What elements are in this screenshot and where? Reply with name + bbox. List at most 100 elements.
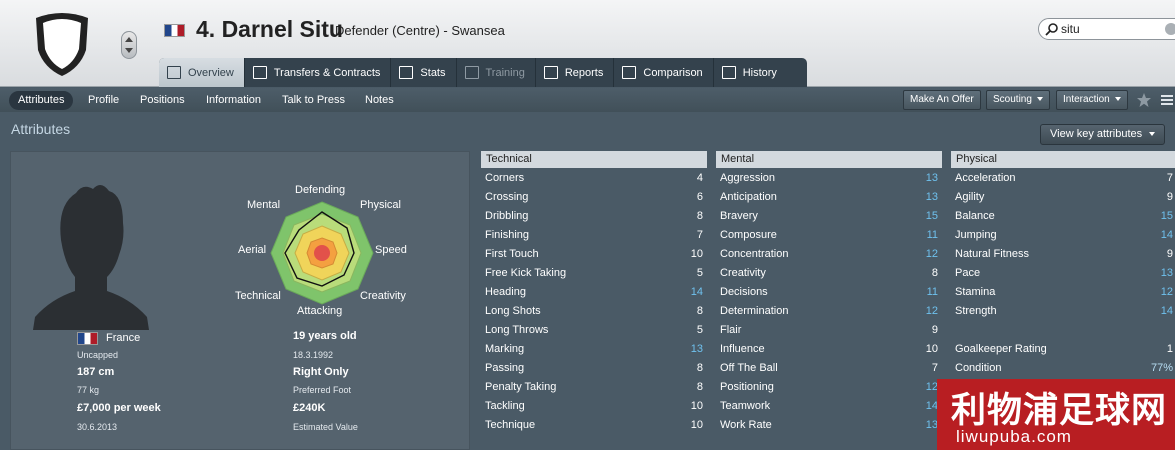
attribute-row[interactable]: Composure 11 (716, 225, 942, 244)
attribute-row[interactable]: Penalty Taking 8 (481, 377, 707, 396)
attribute-name: Balance (955, 209, 995, 222)
attribute-row[interactable]: Teamwork 14 (716, 396, 942, 415)
attribute-row[interactable]: Off The Ball 7 (716, 358, 942, 377)
radar-label-creativity: Creativity (360, 290, 406, 302)
search-input[interactable] (1061, 22, 1161, 36)
estimated-value-label: Estimated Value (293, 422, 358, 432)
attribute-row[interactable]: Passing 8 (481, 358, 707, 377)
attribute-name: Natural Fitness (955, 247, 1029, 260)
interaction-button[interactable]: Interaction (1056, 90, 1128, 110)
tab-history[interactable]: History (714, 58, 787, 87)
subtab-attributes[interactable]: Attributes (9, 91, 74, 110)
previous-player-icon[interactable] (125, 37, 133, 42)
attribute-value: 8 (696, 304, 703, 317)
attribute-row[interactable]: Creativity 8 (716, 263, 942, 282)
attribute-row[interactable]: Heading 14 (481, 282, 707, 301)
attribute-name: Corners (485, 171, 525, 184)
attribute-name: Agility (955, 190, 985, 203)
attribute-name: Anticipation (720, 190, 777, 203)
scouting-button[interactable]: Scouting (986, 90, 1050, 110)
attribute-row[interactable]: Flair 9 (716, 320, 942, 339)
tab-comparison[interactable]: Comparison (614, 58, 714, 87)
attribute-name: Heading (485, 285, 526, 298)
tab-label: Comparison (643, 66, 703, 79)
attribute-value: 11 (926, 285, 938, 298)
attribute-value: 9 (931, 323, 938, 336)
attribute-name: Positioning (720, 380, 774, 393)
make-offer-label: Make An Offer (910, 94, 974, 105)
attribute-row[interactable]: Strength 14 (951, 301, 1175, 320)
attribute-row[interactable]: Agility 9 (951, 187, 1175, 206)
tab-overview[interactable]: Overview (159, 58, 245, 87)
menu-icon[interactable] (1159, 92, 1175, 108)
physical-header: Physical (951, 151, 1175, 168)
attribute-value: 10 (925, 342, 938, 355)
subtab-positions[interactable]: Positions (131, 91, 194, 110)
attribute-value: 10 (690, 418, 703, 431)
clear-search-icon[interactable] (1165, 23, 1175, 35)
attribute-row[interactable]: Acceleration 7 (951, 168, 1175, 187)
attribute-row[interactable]: Long Shots 8 (481, 301, 707, 320)
attribute-row[interactable]: Technique 10 (481, 415, 707, 434)
tab-label: Transfers & Contracts (273, 66, 381, 79)
tab-transfers-contracts[interactable]: Transfers & Contracts (245, 58, 392, 87)
attribute-row[interactable]: Determination 12 (716, 301, 942, 320)
attribute-row[interactable]: Pace 13 (951, 263, 1175, 282)
subtab-talk-to-press[interactable]: Talk to Press (273, 91, 354, 110)
attribute-value: 12 (925, 247, 938, 260)
attribute-row[interactable]: Bravery 15 (716, 206, 942, 225)
attribute-row[interactable]: Corners 4 (481, 168, 707, 187)
star-icon[interactable] (1136, 92, 1152, 108)
attribute-row[interactable]: Free Kick Taking 5 (481, 263, 707, 282)
attribute-row[interactable]: Dribbling 8 (481, 206, 707, 225)
attribute-name: Passing (485, 361, 525, 374)
weight: 77 kg (77, 385, 100, 395)
attribute-row[interactable]: Crossing 6 (481, 187, 707, 206)
attribute-row[interactable]: Positioning 12 (716, 377, 942, 396)
attribute-row[interactable]: Work Rate 13 (716, 415, 942, 434)
player-profile-panel: France Uncapped 187 cm 77 kg £7,000 per … (10, 151, 470, 450)
attribute-row[interactable]: Long Throws 5 (481, 320, 707, 339)
radar-label-technical: Technical (235, 290, 281, 302)
attribute-name: Marking (485, 342, 525, 355)
attribute-row[interactable] (951, 320, 1175, 339)
attribute-row[interactable]: Stamina 12 (951, 282, 1175, 301)
attribute-row[interactable]: First Touch 10 (481, 244, 707, 263)
attribute-row[interactable]: Condition 77% (951, 358, 1175, 377)
next-player-icon[interactable] (125, 48, 133, 53)
tab-reports[interactable]: Reports (536, 58, 615, 87)
attribute-row[interactable]: Decisions 11 (716, 282, 942, 301)
technical-rows: Corners 4 Crossing 6 Dribbling 8 Finishing 7 Fir… (481, 168, 707, 434)
attribute-row[interactable]: Natural Fitness 9 (951, 244, 1175, 263)
attribute-row[interactable]: Tackling 10 (481, 396, 707, 415)
attribute-value: 8 (696, 209, 703, 222)
attribute-value: 7 (931, 361, 938, 374)
tab-training[interactable]: Training (457, 58, 536, 87)
attribute-value: 13 (925, 190, 938, 203)
main-tabs: Overview Transfers & Contracts Stats Tra… (159, 58, 807, 87)
attribute-row[interactable]: Finishing 7 (481, 225, 707, 244)
make-offer-button[interactable]: Make An Offer (903, 90, 981, 110)
player-stepper[interactable] (121, 31, 137, 59)
player-role: Defender (Centre) - Swansea (335, 23, 505, 38)
attribute-row[interactable]: Aggression 13 (716, 168, 942, 187)
attribute-row[interactable]: Anticipation 13 (716, 187, 942, 206)
attribute-name: Creativity (720, 266, 766, 279)
search-box[interactable] (1038, 18, 1175, 40)
age: 19 years old (293, 330, 357, 342)
wage: £7,000 per week (77, 402, 161, 414)
attribute-row[interactable]: Marking 13 (481, 339, 707, 358)
subtab-profile[interactable]: Profile (79, 91, 128, 110)
attribute-row[interactable]: Goalkeeper Rating 1 (951, 339, 1175, 358)
view-key-attributes-button[interactable]: View key attributes (1040, 124, 1166, 145)
attribute-row[interactable]: Balance 15 (951, 206, 1175, 225)
attribute-value: 5 (696, 323, 703, 336)
attribute-row[interactable]: Jumping 14 (951, 225, 1175, 244)
attribute-value: 13 (690, 342, 703, 355)
tab-stats[interactable]: Stats (391, 58, 457, 87)
subtab-information[interactable]: Information (197, 91, 270, 110)
subtab-notes[interactable]: Notes (356, 91, 403, 110)
attribute-row[interactable]: Influence 10 (716, 339, 942, 358)
attribute-value: 4 (696, 171, 703, 184)
attribute-row[interactable]: Concentration 12 (716, 244, 942, 263)
